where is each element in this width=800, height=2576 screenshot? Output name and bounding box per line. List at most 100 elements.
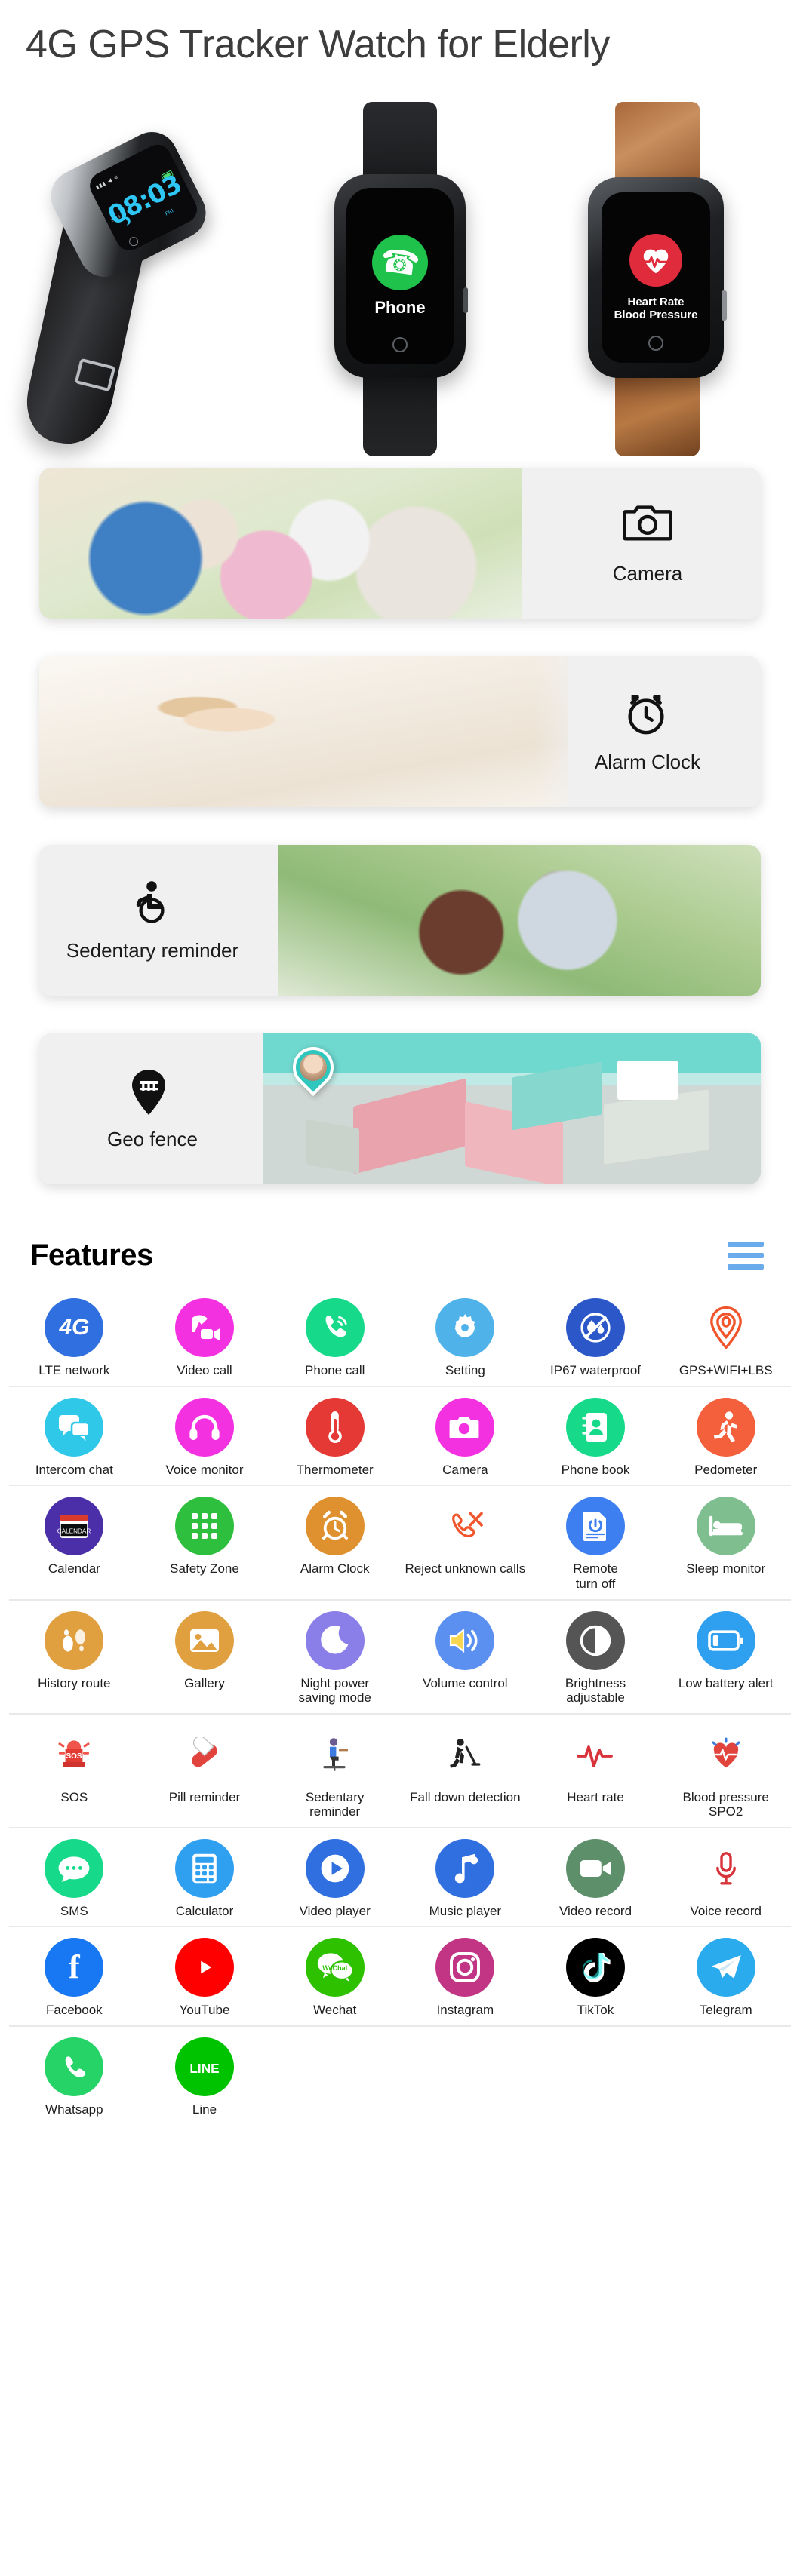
- feature-label: Alarm Clock: [300, 1561, 370, 1577]
- feature-item-alarm-clock[interactable]: Alarm Clock: [269, 1497, 400, 1577]
- banner-camera[interactable]: Camera: [39, 468, 761, 619]
- feature-label: SOS: [60, 1789, 88, 1804]
- feature-item-facebook[interactable]: f Facebook: [9, 1938, 140, 2018]
- feature-row: Intercom chat Voice monitor Thermometer Cam…: [9, 1387, 791, 1487]
- feature-item-history-route[interactable]: History route: [9, 1610, 140, 1691]
- feature-item-lte-network[interactable]: 4G LTE network: [9, 1298, 140, 1378]
- features-header: Features: [0, 1222, 800, 1279]
- feature-item-brightness-adjustable[interactable]: Brightness adjustable: [531, 1610, 661, 1706]
- feature-label: Video record: [558, 1903, 632, 1918]
- calculator-icon: [175, 1838, 234, 1898]
- safety-zone-icon: [175, 1497, 234, 1556]
- feature-item-thermometer[interactable]: Thermometer: [269, 1397, 400, 1478]
- moon-icon: [305, 1610, 365, 1670]
- banner-alarm-clock[interactable]: Alarm Clock: [39, 656, 761, 808]
- feature-item-whatsapp[interactable]: Whatsapp: [9, 2037, 140, 2117]
- feature-row: 4G LTE network Video call Phone call Setting…: [9, 1288, 791, 1387]
- video-call-icon: [175, 1298, 234, 1358]
- camera-icon: [622, 502, 673, 551]
- signal-icon: ▮▮▮ ◀ ≋: [94, 174, 121, 191]
- youtube-icon: [175, 1938, 234, 1997]
- sleeping-woman-photo: [39, 656, 568, 808]
- feature-item-blood-pressure-spo2[interactable]: Blood pressure SPO2: [660, 1724, 791, 1819]
- feature-item-voice-record[interactable]: Voice record: [660, 1838, 791, 1919]
- feature-label: Intercom chat: [35, 1462, 113, 1477]
- feature-item-low-battery-alert[interactable]: Low battery alert: [660, 1610, 791, 1691]
- feature-item-video-call[interactable]: Video call: [140, 1298, 270, 1378]
- feature-item-calendar[interactable]: CALENDAR Calendar: [9, 1497, 140, 1577]
- feature-item-reject-unknown-calls[interactable]: Reject unknown calls: [400, 1497, 531, 1577]
- page-title: 4G GPS Tracker Watch for Elderly: [26, 23, 610, 66]
- feature-item-volume-control[interactable]: Volume control: [400, 1610, 531, 1691]
- feature-item-video-player[interactable]: Video player: [269, 1838, 400, 1919]
- location-pin-icon: [696, 1298, 755, 1358]
- feature-label: Wechat: [313, 2003, 357, 2018]
- feature-label: Heart rate: [567, 1789, 624, 1804]
- whatsapp-icon: [45, 2037, 104, 2096]
- watch-strap-bottom: [615, 367, 700, 457]
- watch-case: Heart Rate Blood Pressure: [588, 177, 727, 379]
- reject-call-icon: [435, 1497, 495, 1556]
- sedentary-icon: [128, 879, 177, 929]
- gear-icon: [435, 1298, 495, 1358]
- remote-off-icon: [566, 1497, 626, 1556]
- feature-item-intercom-chat[interactable]: Intercom chat: [9, 1397, 140, 1478]
- feature-item-sos[interactable]: SOS SOS: [9, 1724, 140, 1805]
- banner-label: Sedentary reminder: [66, 938, 239, 962]
- banner-label: Camera: [612, 561, 683, 585]
- feature-item-gps-wifi-lbs[interactable]: GPS+WIFI+LBS: [660, 1298, 791, 1378]
- banner-geo-fence[interactable]: Geo fence: [39, 1033, 761, 1185]
- feature-label: Gallery: [184, 1675, 225, 1690]
- feature-item-instagram[interactable]: Instagram: [400, 1938, 531, 2018]
- feature-item-camera[interactable]: Camera: [400, 1397, 531, 1478]
- feature-label: IP67 waterproof: [550, 1363, 642, 1378]
- svg-text:CALENDAR: CALENDAR: [57, 1528, 91, 1535]
- home-button-icon: [392, 337, 408, 353]
- feature-label: YouTube: [179, 2003, 230, 2018]
- feature-item-sms[interactable]: SMS: [9, 1838, 140, 1919]
- feature-label: LTE network: [38, 1363, 110, 1378]
- outdoor-couple-photo: [278, 845, 761, 996]
- feature-item-telegram[interactable]: Telegram: [660, 1938, 791, 2018]
- feature-item-night-power-saving-mode[interactable]: Night power saving mode: [269, 1610, 400, 1706]
- feature-item-pedometer[interactable]: Pedometer: [660, 1397, 791, 1478]
- feature-item-ip67-waterproof[interactable]: IP67 waterproof: [531, 1298, 661, 1378]
- feature-item-voice-monitor[interactable]: Voice monitor: [140, 1397, 270, 1478]
- pill-icon: [175, 1724, 234, 1784]
- feature-item-phone-call[interactable]: Phone call: [269, 1298, 400, 1378]
- feature-label: Video player: [299, 1903, 371, 1918]
- feature-item-tiktok[interactable]: TikTok: [531, 1938, 661, 2018]
- feature-item-line[interactable]: LINE Line: [140, 2037, 270, 2117]
- fall-down-icon: [435, 1724, 495, 1784]
- tiktok-icon: [566, 1938, 626, 1997]
- hamburger-menu-icon[interactable]: [728, 1242, 764, 1270]
- feature-item-gallery[interactable]: Gallery: [140, 1610, 270, 1691]
- feature-item-safety-zone[interactable]: Safety Zone: [140, 1497, 270, 1577]
- watch-screen: ☎ Phone: [346, 188, 454, 365]
- feature-item-pill-reminder[interactable]: Pill reminder: [140, 1724, 270, 1805]
- feature-label: Pedometer: [694, 1462, 758, 1477]
- watch-case: ☎ Phone: [334, 174, 468, 379]
- feature-item-heart-rate[interactable]: Heart rate: [531, 1724, 661, 1805]
- geo-fence-icon: [128, 1067, 177, 1117]
- banner-sedentary-reminder[interactable]: Sedentary reminder: [39, 845, 761, 996]
- feature-item-remote-turn-off[interactable]: Remote turn off: [531, 1497, 661, 1591]
- feature-item-calculator[interactable]: Calculator: [140, 1838, 270, 1919]
- heart-rate-icon: [566, 1724, 626, 1784]
- feature-item-wechat[interactable]: WeChat Wechat: [269, 1938, 400, 2018]
- feature-item-sleep-monitor[interactable]: Sleep monitor: [660, 1497, 791, 1577]
- feature-item-sedentary-reminder[interactable]: Sedentary reminder: [269, 1724, 400, 1819]
- feature-item-music-player[interactable]: Music player: [400, 1838, 531, 1919]
- feature-item-setting[interactable]: Setting: [400, 1298, 531, 1378]
- feature-item-phone-book[interactable]: Phone book: [531, 1397, 661, 1478]
- banner-panel: Geo fence: [39, 1033, 266, 1185]
- feature-item-fall-down-detection[interactable]: Fall down detection: [400, 1724, 531, 1805]
- feature-label: GPS+WIFI+LBS: [678, 1363, 773, 1378]
- sleep-monitor-icon: [696, 1497, 755, 1556]
- phone-icon: ☎: [372, 235, 428, 291]
- feature-item-youtube[interactable]: YouTube: [140, 1938, 270, 2018]
- camera-icon: [435, 1397, 495, 1457]
- feature-label: Sedentary reminder: [305, 1789, 365, 1819]
- side-button: [722, 290, 727, 321]
- feature-item-video-record[interactable]: Video record: [531, 1838, 661, 1919]
